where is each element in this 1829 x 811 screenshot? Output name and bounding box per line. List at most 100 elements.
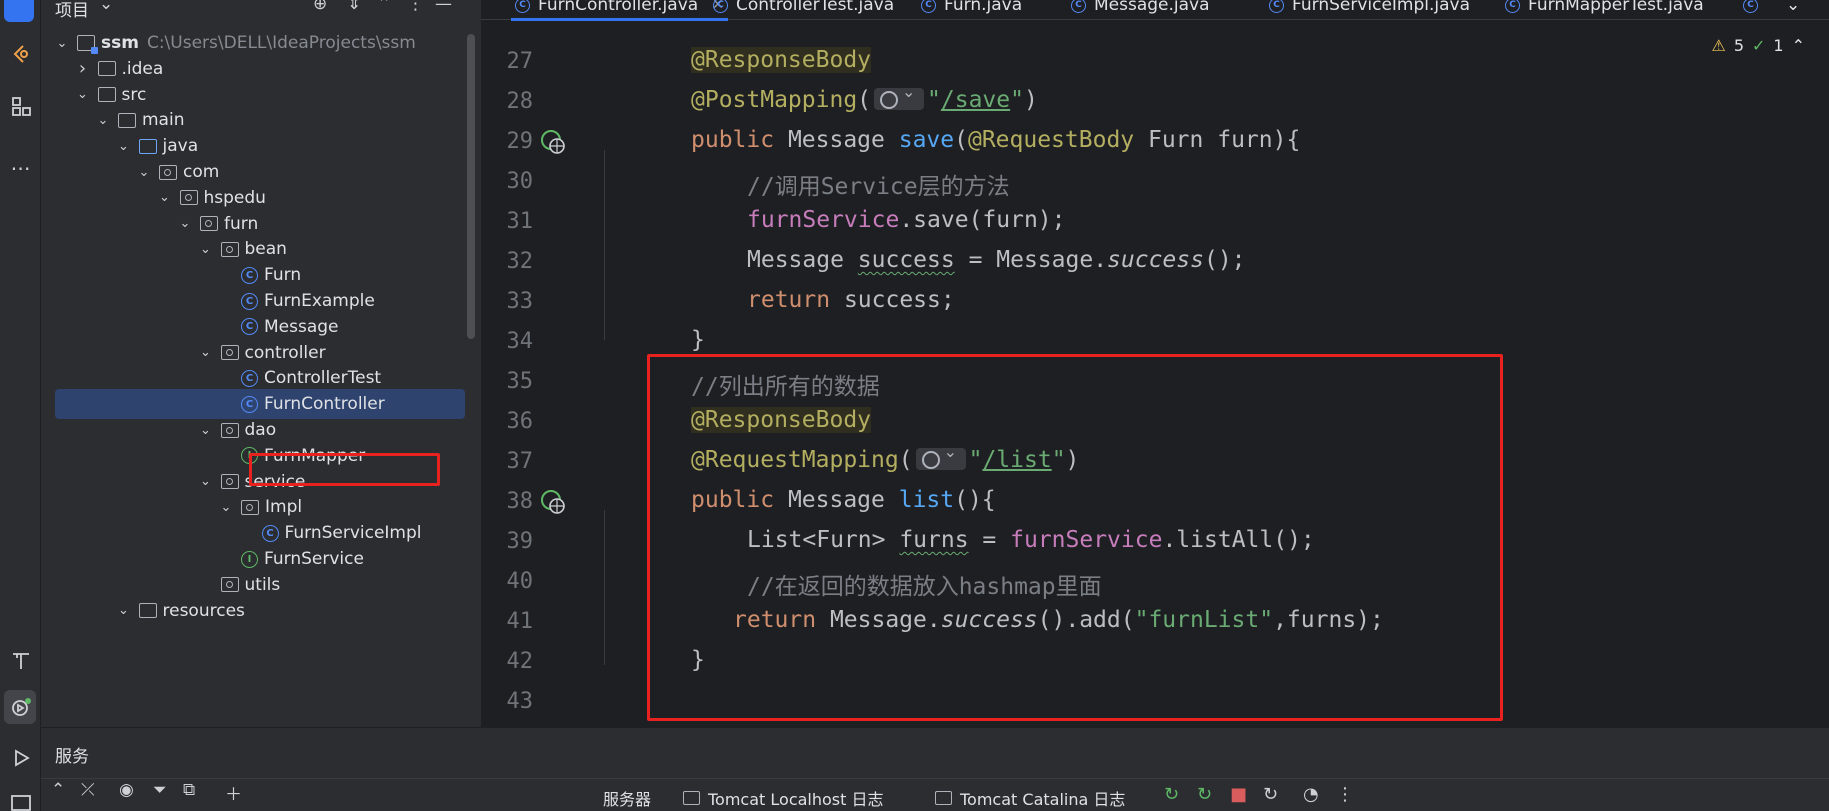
chevron-down-icon[interactable]: ⌄ <box>158 190 172 205</box>
line-number[interactable]: 27 <box>481 49 534 74</box>
collapse-icon[interactable]: ⌃ <box>377 0 391 14</box>
terminal-icon[interactable] <box>0 785 41 811</box>
code-line[interactable]: public Message save(@RequestBody Furn fu… <box>691 127 1300 153</box>
tree-item-label: ControllerTest <box>264 368 382 389</box>
eye-icon[interactable]: ◉ <box>119 780 134 800</box>
editor-tab-label: Furn.java <box>944 0 1023 15</box>
editor-tab[interactable]: C Message.java <box>1071 0 1210 18</box>
rerun-icon[interactable]: ↻ <box>1164 784 1179 805</box>
code-line[interactable]: Message success = Message.success(); <box>747 247 1246 273</box>
editor-tab[interactable]: C FurnMapperTest.java <box>1505 0 1704 18</box>
chevron-down-icon[interactable]: ⌄ <box>199 423 213 438</box>
collapse-all-icon[interactable]: ⤫ <box>81 780 95 800</box>
editor-tab[interactable]: C ControllerTest.java <box>713 0 894 18</box>
commit-icon[interactable] <box>0 36 41 72</box>
line-number[interactable]: 37 <box>481 449 534 474</box>
refresh-icon[interactable]: ↻ <box>1263 784 1278 805</box>
minimize-icon[interactable]: — <box>435 0 452 14</box>
line-number[interactable]: 35 <box>481 369 534 394</box>
code-line[interactable]: //在返回的数据放入hashmap里面 <box>747 567 1102 601</box>
code-line[interactable]: //调用Service层的方法 <box>747 167 1010 201</box>
code-line[interactable]: public Message list(){ <box>691 487 996 513</box>
line-number[interactable]: 28 <box>481 89 534 114</box>
line-number[interactable]: 41 <box>481 609 534 634</box>
code-line[interactable]: @ResponseBody <box>691 47 872 73</box>
chevron-down-icon[interactable]: ⌄ <box>117 139 131 154</box>
project-tool-button[interactable] <box>4 0 34 22</box>
editor-tab[interactable]: C FurnController.java ✕ <box>511 0 728 21</box>
chevron-down-icon[interactable]: ⌄ <box>199 242 213 257</box>
services-icon[interactable] <box>0 689 41 725</box>
editor-tab[interactable]: C Furn.java <box>921 0 1022 18</box>
more-tools-icon[interactable]: ⋯ <box>0 150 41 186</box>
expand-all-icon[interactable]: ⌃ <box>51 780 65 800</box>
chevron-down-icon[interactable]: ⌄ <box>137 165 151 180</box>
chevron-right-icon[interactable]: › <box>76 58 90 79</box>
add-icon[interactable]: ＋ <box>225 780 242 805</box>
filter-icon[interactable]: ⏷ <box>153 780 167 800</box>
package-icon <box>179 190 198 206</box>
new-group-icon[interactable]: ⧉ <box>183 780 195 800</box>
tree-item[interactable]: ⌄ resources <box>41 596 481 626</box>
line-number[interactable]: 43 <box>481 689 534 714</box>
chevron-down-icon[interactable]: ⌄ <box>99 0 113 14</box>
terminal-icon <box>935 791 952 805</box>
profiler-icon[interactable]: ◔ <box>1303 784 1319 805</box>
code-line[interactable]: @ResponseBody <box>691 407 872 433</box>
code-line[interactable]: } <box>691 327 705 353</box>
stop-icon[interactable]: ■ <box>1230 784 1247 805</box>
chevron-down-icon[interactable]: ⌄ <box>219 500 233 515</box>
chevron-down-icon[interactable]: ⌄ <box>199 345 213 360</box>
code-line[interactable]: return Message.success().add("furnList",… <box>733 607 1384 633</box>
line-number[interactable]: 38 <box>481 489 534 514</box>
code-line[interactable]: return success; <box>747 287 955 313</box>
code-line[interactable]: furnService.save(furn); <box>747 207 1066 233</box>
line-number[interactable]: 31 <box>481 209 534 234</box>
code-line[interactable]: @PostMapping("/save") <box>691 82 1038 114</box>
endpoint-gutter-icon[interactable] <box>539 488 567 516</box>
tree-scrollbar[interactable] <box>467 34 475 339</box>
endpoint-gutter-icon[interactable] <box>539 128 567 156</box>
line-number[interactable]: 32 <box>481 249 534 274</box>
code-line[interactable]: //列出所有的数据 <box>691 367 880 401</box>
folder-icon <box>97 87 116 103</box>
chevron-down-icon[interactable]: ⌄ <box>178 216 192 231</box>
rerun-debug-icon[interactable]: ↻ <box>1197 784 1212 805</box>
services-tab-localhost-log[interactable]: Tomcat Localhost 日志 <box>683 786 884 810</box>
class-icon: C <box>241 266 258 284</box>
tree-item-label: Furn <box>264 265 302 286</box>
code-line[interactable]: } <box>691 647 705 673</box>
line-number[interactable]: 29 <box>481 129 534 154</box>
chevron-down-icon[interactable]: ⌄ <box>199 474 213 489</box>
inspection-widget[interactable]: ⚠ 5 ✓ 1 ⌃ <box>1711 36 1805 55</box>
editor-tab-bar: C FurnController.java ✕ C ControllerTest.jav… <box>481 0 1829 21</box>
more-icon[interactable]: ⋮ <box>1336 784 1354 805</box>
services-tab-catalina-log[interactable]: Tomcat Catalina 日志 <box>935 786 1125 810</box>
more-tabs-button[interactable]: C ⌄ <box>1743 0 1800 18</box>
run-icon[interactable] <box>0 740 41 776</box>
line-number[interactable]: 39 <box>481 529 534 554</box>
project-panel-title[interactable]: 项目 <box>55 0 89 21</box>
chevron-down-icon: ⌄ <box>1786 0 1801 15</box>
line-number[interactable]: 30 <box>481 169 534 194</box>
more-icon[interactable]: ⋮ <box>407 0 424 14</box>
build-icon[interactable] <box>0 642 41 678</box>
structure-icon[interactable] <box>0 88 41 124</box>
line-number[interactable]: 36 <box>481 409 534 434</box>
chevron-down-icon[interactable]: ⌄ <box>96 113 110 128</box>
line-number[interactable]: 42 <box>481 649 534 674</box>
chevron-down-icon[interactable]: ⌄ <box>55 36 69 51</box>
expand-collapse-icon[interactable]: ⇕ <box>347 0 361 14</box>
line-number[interactable]: 34 <box>481 329 534 354</box>
chevron-down-icon[interactable]: ⌄ <box>117 603 131 618</box>
line-number[interactable]: 40 <box>481 569 534 594</box>
editor-tab-label: FurnController.java <box>538 0 699 15</box>
target-icon[interactable]: ⊕ <box>313 0 327 14</box>
code-line[interactable]: @RequestMapping("/list") <box>691 442 1079 474</box>
class-icon: C <box>713 0 728 13</box>
code-line[interactable]: List<Furn> furns = furnService.listAll()… <box>747 527 1315 553</box>
chevron-down-icon[interactable]: ⌄ <box>76 87 90 102</box>
editor-tab[interactable]: C FurnServiceImpl.java <box>1269 0 1470 18</box>
line-number[interactable]: 33 <box>481 289 534 314</box>
services-tab-servers[interactable]: 服务器 <box>603 786 651 810</box>
